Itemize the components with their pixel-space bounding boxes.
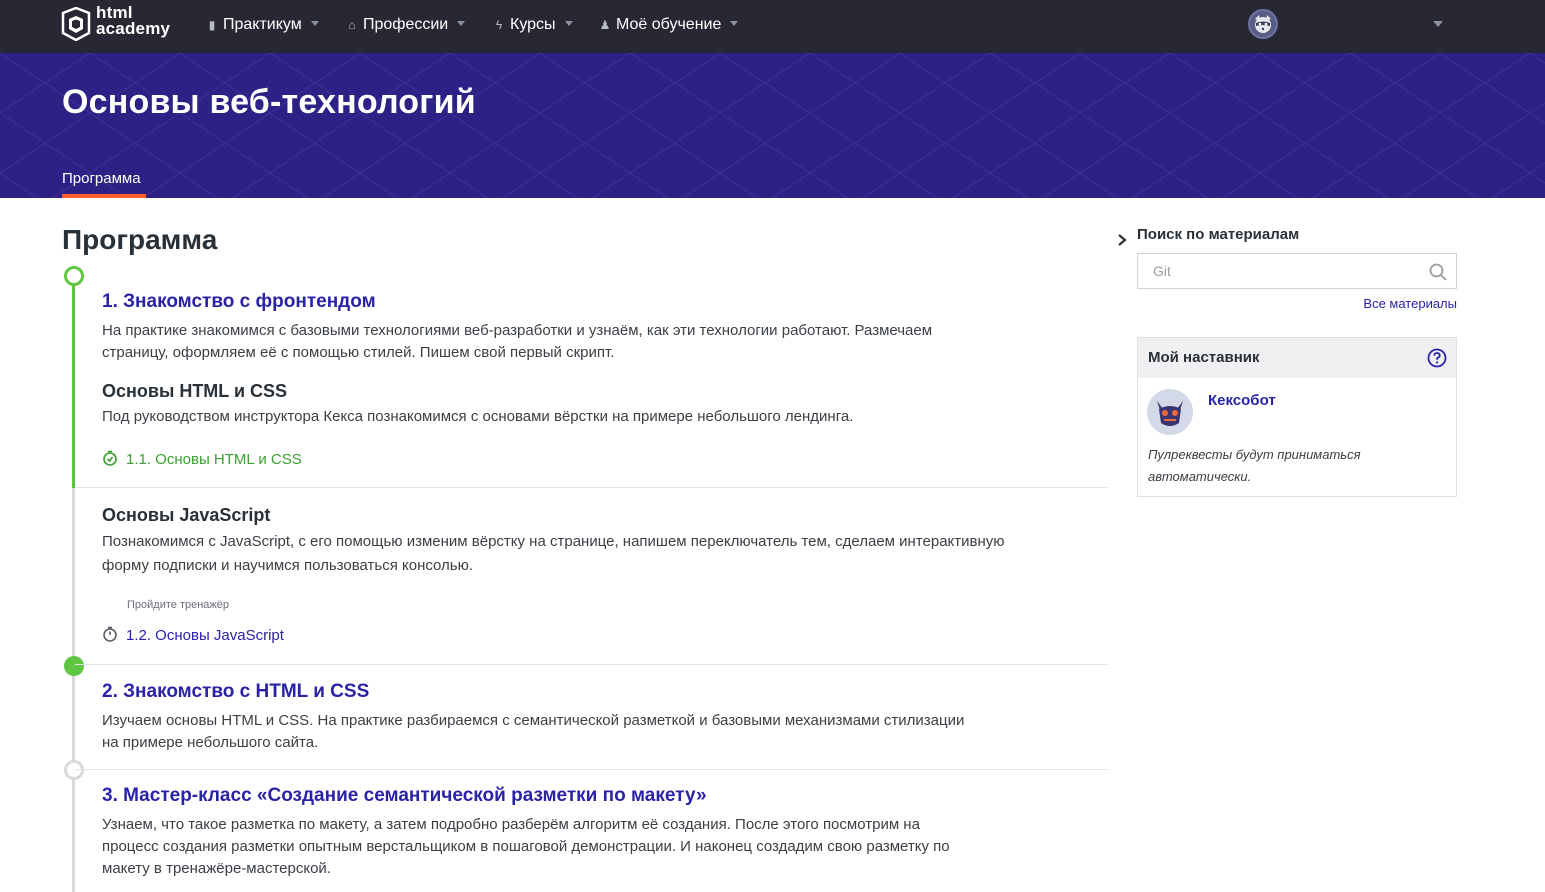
- people-icon: ♟: [599, 18, 611, 32]
- section-title-3[interactable]: 3. Мастер-класс «Создание семантической …: [102, 785, 707, 807]
- section-description-line: макету в тренажёре-мастерской.: [102, 860, 331, 877]
- section-description-2: Изучаем основы HTML и CSS. На практике р…: [102, 710, 1032, 754]
- search-icon[interactable]: [1428, 262, 1448, 282]
- section-description-line: На практике знакомимся с базовыми технол…: [102, 322, 933, 339]
- page-title: Программа: [62, 224, 218, 255]
- lesson-label: 1.2. Основы JavaScript: [126, 627, 284, 644]
- top-navigation: html academy ▮ Практикум ⌂ Профессии ϟ Курс…: [0, 0, 1545, 53]
- section-title-1[interactable]: 1. Знакомство с фронтендом: [102, 291, 376, 313]
- search-box: [1137, 253, 1457, 289]
- nav-item-courses[interactable]: ϟ Курсы: [491, 14, 573, 36]
- nav-label: Курсы: [510, 16, 556, 33]
- timeline-line: [72, 488, 75, 892]
- tab-program[interactable]: Программа: [62, 169, 141, 189]
- section-description-line: на примере небольшого сайта.: [102, 734, 319, 751]
- module-description-line: форму подписки и научимся пользоваться к…: [102, 557, 474, 574]
- chevron-down-icon: [310, 21, 319, 27]
- mentor-note-line: автоматически.: [1148, 469, 1252, 484]
- module-description-javascript: Познакомимся с JavaScript, с его помощью…: [102, 530, 1062, 578]
- module-description-line: Под руководством инструктора Кекса позна…: [102, 408, 854, 425]
- module-description-line: Познакомимся с JavaScript, с его помощью…: [102, 533, 1005, 550]
- help-icon[interactable]: [1427, 348, 1447, 368]
- section-description-1: На практике знакомимся с базовыми технол…: [102, 320, 1032, 364]
- nav-label: Практикум: [223, 16, 302, 33]
- section-description-line: процесс создания разметки опытным верста…: [102, 838, 950, 855]
- timeline-progress-line: [72, 284, 75, 488]
- nav-item-my-learning[interactable]: ♟ Моё обучение: [597, 14, 739, 36]
- graduation-cap-icon: ⌂: [348, 18, 356, 32]
- section-description-line: Изучаем основы HTML и CSS. На практике р…: [102, 712, 965, 729]
- section-description-line: Узнаем, что такое разметка по макету, а …: [102, 816, 920, 833]
- mentor-card-header: Мой наставник: [1138, 338, 1456, 378]
- lesson-link-1-2[interactable]: 1.2. Основы JavaScript: [102, 626, 284, 646]
- lesson-link-1-1[interactable]: 1.1. Основы HTML и CSS: [102, 450, 302, 470]
- module-description-html-css: Под руководством инструктора Кекса позна…: [102, 405, 1062, 429]
- chevron-down-icon: [564, 21, 573, 27]
- active-tab-indicator: [62, 194, 146, 198]
- nav-label: Моё обучение: [616, 16, 722, 33]
- divider: [75, 769, 1107, 770]
- chevron-down-icon: [730, 21, 739, 27]
- chevron-right-icon[interactable]: [1116, 233, 1128, 247]
- course-title: Основы веб-технологий: [62, 83, 476, 121]
- search-label: Поиск по материалам: [1137, 226, 1300, 243]
- chevron-down-icon: [457, 21, 466, 27]
- trainer-hint: Пройдите тренажёр: [127, 599, 229, 611]
- timeline-dot-not-started: [64, 760, 84, 780]
- mentor-note: Пулреквесты будут приниматься автоматиче…: [1148, 444, 1448, 488]
- mentor-note-line: Пулреквесты будут приниматься: [1148, 447, 1361, 462]
- module-title-html-css: Основы HTML и CSS: [102, 381, 288, 401]
- course-banner: Основы веб-технологий Программа: [0, 53, 1545, 198]
- banner-pattern: [0, 53, 1545, 198]
- kekso-bot-icon: [1157, 401, 1183, 426]
- nav-item-praktikum[interactable]: ▮ Практикум: [204, 14, 319, 36]
- section-description-3: Узнаем, что такое разметка по макету, а …: [102, 814, 1032, 880]
- html-academy-logo[interactable]: html academy: [61, 4, 173, 43]
- raccoon-avatar-icon: [1255, 15, 1271, 33]
- all-materials-link[interactable]: Все материалы: [1357, 296, 1457, 311]
- mentor-avatar[interactable]: [1147, 389, 1193, 435]
- section-title-2[interactable]: 2. Знакомство с HTML и CSS: [102, 681, 369, 703]
- lightning-icon: ϟ: [495, 18, 503, 32]
- timer-icon: [103, 626, 117, 642]
- user-menu-chevron-icon[interactable]: [1433, 21, 1443, 27]
- search-input[interactable]: [1139, 255, 1419, 287]
- nav-item-professions[interactable]: ⌂ Профессии: [344, 14, 466, 36]
- section-description-line: страницу, оформляем её с помощью стилей.…: [102, 344, 615, 361]
- timeline-dot-in-progress: [64, 266, 84, 286]
- timer-done-icon: [103, 450, 117, 466]
- mentor-card: Мой наставник Кексобот Пулреквесты будут…: [1137, 337, 1457, 497]
- nav-label: Профессии: [363, 16, 449, 33]
- logo-text: html academy: [96, 4, 171, 38]
- chart-icon: ▮: [208, 18, 216, 32]
- divider: [75, 487, 1107, 488]
- logo-shield-icon: [61, 7, 91, 41]
- user-avatar[interactable]: [1248, 9, 1278, 39]
- mentor-name[interactable]: Кексобот: [1208, 392, 1276, 409]
- timeline-dot-done: [64, 656, 84, 676]
- logo-line2: academy: [96, 19, 171, 38]
- lesson-label: 1.1. Основы HTML и CSS: [126, 451, 302, 468]
- module-title-javascript: Основы JavaScript: [102, 505, 271, 525]
- divider: [75, 664, 1107, 665]
- mentor-card-title: Мой наставник: [1148, 349, 1260, 366]
